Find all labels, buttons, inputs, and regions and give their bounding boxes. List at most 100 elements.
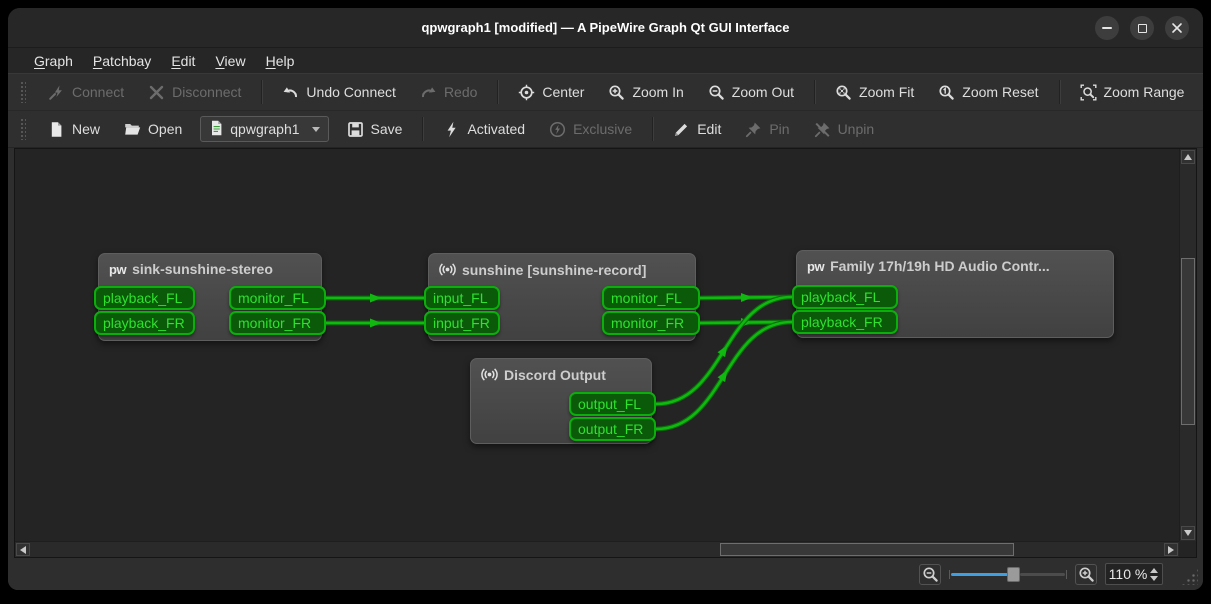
spin-down-icon[interactable] xyxy=(1150,576,1158,581)
unpin-button[interactable]: Unpin xyxy=(804,116,885,143)
toolbar-button-label: Zoom Fit xyxy=(859,84,914,100)
close-button[interactable] xyxy=(1165,16,1189,40)
new-button[interactable]: New xyxy=(38,116,110,143)
exclusive-button[interactable]: Exclusive xyxy=(539,116,642,143)
zoom-slider[interactable] xyxy=(949,565,1067,583)
save-button[interactable]: Save xyxy=(337,116,413,143)
graph-view: pwsink-sunshine-stereoplayback_FLplaybac… xyxy=(14,148,1197,558)
slider-groove-filled xyxy=(951,573,1008,576)
minimize-icon xyxy=(1102,27,1112,29)
zoom-out-button[interactable]: Zoom Out xyxy=(698,79,804,106)
redo-button[interactable]: Redo xyxy=(410,79,487,106)
zoom-range-icon xyxy=(1080,84,1097,101)
port-input_FR[interactable]: input_FR xyxy=(424,311,500,335)
maximize-icon xyxy=(1138,24,1147,33)
node-title-text: Family 17h/19h HD Audio Contr... xyxy=(830,258,1050,274)
arrow-left-icon xyxy=(20,546,26,554)
port-playback_FR[interactable]: playback_FR xyxy=(94,311,195,335)
undo-connect-button[interactable]: Undo Connect xyxy=(272,79,406,106)
pipewire-icon: pw xyxy=(109,263,126,276)
toolbar-drag-handle[interactable] xyxy=(20,118,26,140)
vertical-scrollbar-thumb[interactable] xyxy=(1181,258,1195,425)
stream-icon xyxy=(481,366,498,383)
menu-view[interactable]: View xyxy=(205,51,255,71)
connect-icon xyxy=(48,84,65,101)
zoom-out-button[interactable] xyxy=(919,564,941,585)
menu-edit[interactable]: Edit xyxy=(161,51,205,71)
window-title: qpwgraph1 [modified] — A PipeWire Graph … xyxy=(421,20,789,35)
zoom-range-button[interactable]: Zoom Range xyxy=(1070,79,1195,106)
resize-grip[interactable] xyxy=(1181,568,1198,585)
disconnect-icon xyxy=(148,84,165,101)
port-monitor_FL[interactable]: monitor_FL xyxy=(229,286,326,310)
disconnect-button[interactable]: Disconnect xyxy=(138,79,251,106)
open-button[interactable]: Open xyxy=(114,116,192,143)
zoom-spinbox[interactable]: 110 % xyxy=(1105,563,1163,585)
maximize-button[interactable] xyxy=(1130,16,1154,40)
port-monitor_FL[interactable]: monitor_FL xyxy=(602,286,700,310)
patchbay-profile-combobox[interactable]: qpwgraph1 xyxy=(200,116,328,142)
node-title-text: sunshine [sunshine-record] xyxy=(462,262,646,278)
port-output_FL[interactable]: output_FL xyxy=(569,392,656,416)
center-button[interactable]: Center xyxy=(508,79,594,106)
pin-button[interactable]: Pin xyxy=(735,116,799,143)
slider-tick-right xyxy=(1066,570,1067,579)
arrow-down-icon xyxy=(1184,530,1192,536)
zoom-fit-icon xyxy=(835,84,852,101)
connect-button[interactable]: Connect xyxy=(38,79,134,106)
statusbar: 110 % xyxy=(8,558,1203,590)
port-playback_FL[interactable]: playback_FL xyxy=(792,285,898,309)
wire-arrow-icon xyxy=(741,318,753,327)
activated-button[interactable]: Activated xyxy=(433,116,535,143)
scroll-down-button[interactable] xyxy=(1181,526,1195,540)
toolbar-button-label: Unpin xyxy=(838,121,875,137)
exclusive-icon xyxy=(549,121,566,138)
zoom-out-icon xyxy=(708,84,725,101)
graph-canvas[interactable]: pwsink-sunshine-stereoplayback_FLplaybac… xyxy=(15,149,1179,541)
zoom-in-button[interactable] xyxy=(1075,564,1097,585)
node-title: pwsink-sunshine-stereo xyxy=(99,254,321,277)
toolbar-button-label: Zoom In xyxy=(632,84,683,100)
edit-button[interactable]: Edit xyxy=(663,116,731,143)
slider-tick-left xyxy=(949,570,950,579)
toolbar-button-label: Center xyxy=(542,84,584,100)
titlebar[interactable]: qpwgraph1 [modified] — A PipeWire Graph … xyxy=(8,8,1203,48)
zoom-slider-handle[interactable] xyxy=(1007,567,1020,582)
port-playback_FL[interactable]: playback_FL xyxy=(94,286,195,310)
toolbar-button-label: Exclusive xyxy=(573,121,632,137)
wire-arrow-icon xyxy=(741,293,753,302)
toolbar-button-label: Open xyxy=(148,121,182,137)
port-playback_FR[interactable]: playback_FR xyxy=(792,310,898,334)
spin-up-icon[interactable] xyxy=(1150,568,1158,573)
vertical-scrollbar[interactable] xyxy=(1179,149,1196,541)
redo-icon xyxy=(420,84,437,101)
horizontal-scrollbar-thumb[interactable] xyxy=(720,543,1014,556)
toolbar-button-label: Edit xyxy=(697,121,721,137)
menu-graph[interactable]: Graph xyxy=(24,51,83,71)
horizontal-scrollbar[interactable] xyxy=(15,541,1179,557)
zoom-reset-button[interactable]: Zoom Reset xyxy=(928,79,1048,106)
close-icon xyxy=(1171,22,1183,34)
minimize-button[interactable] xyxy=(1095,16,1119,40)
zoom-in-button[interactable]: Zoom In xyxy=(598,79,693,106)
scroll-left-button[interactable] xyxy=(16,543,30,556)
port-monitor_FR[interactable]: monitor_FR xyxy=(229,311,326,335)
toolbar-button-label: Zoom Out xyxy=(732,84,794,100)
toolbar-drag-handle[interactable] xyxy=(20,81,26,103)
scroll-up-button[interactable] xyxy=(1181,150,1195,164)
menu-patchbay[interactable]: Patchbay xyxy=(83,51,161,71)
toolbar-button-label: Connect xyxy=(72,84,124,100)
port-monitor_FR[interactable]: monitor_FR xyxy=(602,311,700,335)
zoom-fit-button[interactable]: Zoom Fit xyxy=(825,79,924,106)
window-controls xyxy=(1095,16,1189,40)
menu-help[interactable]: Help xyxy=(256,51,305,71)
node-title: sunshine [sunshine-record] xyxy=(429,254,695,278)
zoom-in-icon xyxy=(608,84,625,101)
pin-icon xyxy=(745,121,762,138)
toolbar-button-label: Pin xyxy=(769,121,789,137)
port-input_FL[interactable]: input_FL xyxy=(424,286,500,310)
node-title-text: Discord Output xyxy=(504,367,606,383)
port-output_FR[interactable]: output_FR xyxy=(569,417,656,441)
scroll-right-button[interactable] xyxy=(1164,543,1178,556)
wire xyxy=(700,322,792,323)
